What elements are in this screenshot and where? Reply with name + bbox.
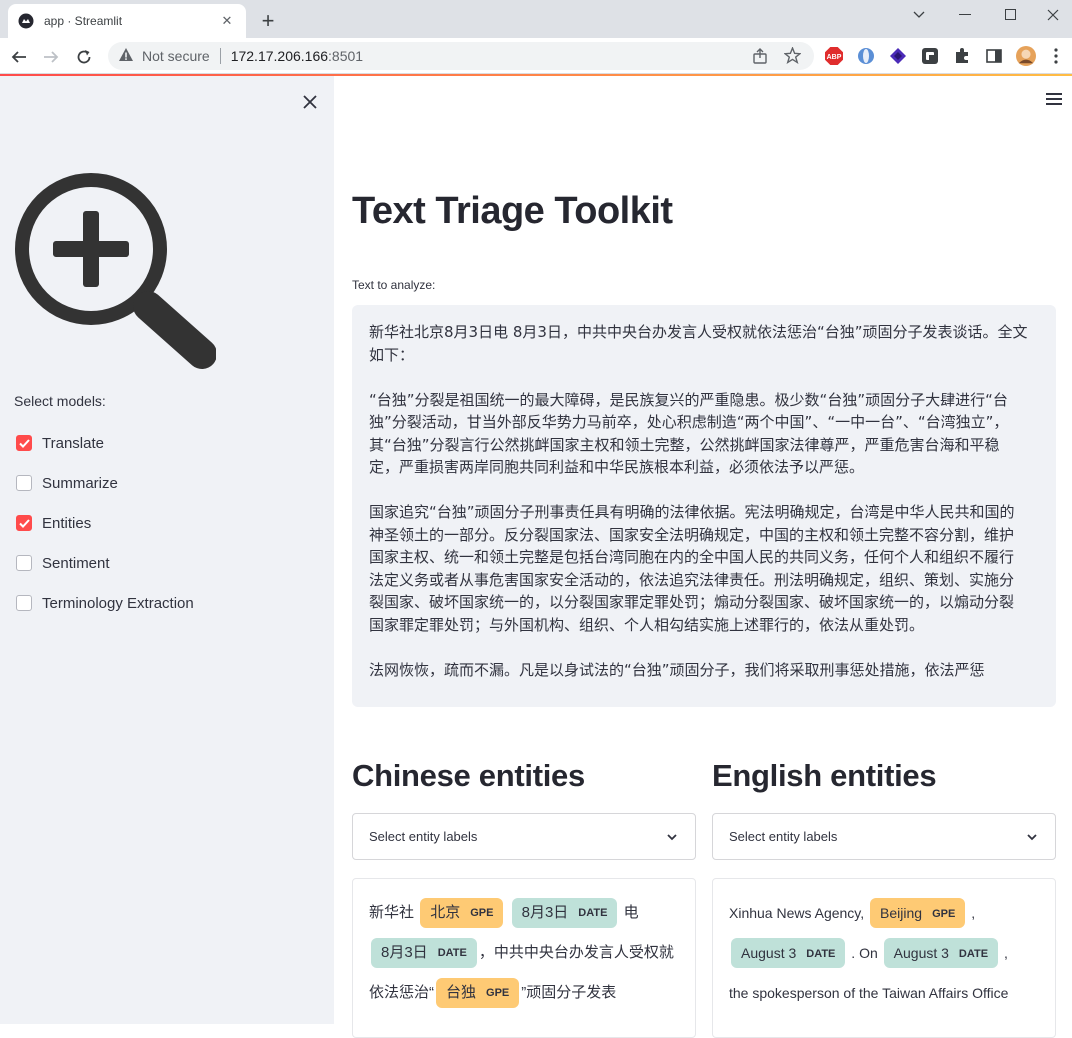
checkbox-label: Translate <box>42 434 104 452</box>
entity-label: DATE <box>578 907 608 920</box>
checkbox-checked-icon[interactable] <box>16 515 32 531</box>
entity-text: 8月3日 <box>521 904 569 921</box>
checkbox-unchecked-icon[interactable] <box>16 595 32 611</box>
maximize-icon[interactable] <box>988 0 1034 30</box>
browser-tab[interactable]: app · Streamlit ✕ <box>8 4 246 38</box>
entity-text: 8月3日 <box>381 944 428 961</box>
chevron-down-icon[interactable] <box>665 830 679 844</box>
abp-icon[interactable]: ABP <box>824 46 844 66</box>
entity-label: GPE <box>470 907 494 920</box>
omnibox[interactable]: Not secure 172.17.206.166:8501 <box>108 42 814 70</box>
reload-icon[interactable] <box>71 44 97 70</box>
tab-title: app · Streamlit <box>44 14 123 28</box>
svg-text:ABP: ABP <box>827 54 842 61</box>
select-placeholder: Select entity labels <box>729 829 838 844</box>
entity-span-date: 8月3日 DATE <box>371 938 477 968</box>
textarea-label: Text to analyze: <box>352 278 436 292</box>
select-models-heading: Select models: <box>14 393 106 409</box>
browser-tab-bar: app · Streamlit ✕ + <box>0 0 1072 38</box>
checkbox-checked-icon[interactable] <box>16 435 32 451</box>
plain-text: , <box>1003 945 1008 961</box>
minimize-icon[interactable] <box>942 0 988 30</box>
chinese-entities-output: 新华社 北京 GPE 8月3日 DATE 电 8月3日 DATE ，中共中央台办发言人受… <box>352 878 696 1038</box>
chevron-down-icon[interactable] <box>1025 830 1039 844</box>
chinese-entity-label-select[interactable]: Select entity labels <box>352 813 696 860</box>
entity-span-date: August 3 DATE <box>731 938 846 968</box>
checkbox-unchecked-icon[interactable] <box>16 555 32 571</box>
entity-text: August 3 <box>893 945 949 961</box>
entity-text: 北京 <box>430 904 461 921</box>
page-title: Text Triage Toolkit <box>352 190 673 232</box>
plain-text: . On <box>851 945 878 961</box>
checkbox-terminology-extraction[interactable]: Terminology Extraction <box>16 591 194 615</box>
warning-icon <box>118 47 134 66</box>
extension-icon[interactable] <box>888 46 908 66</box>
english-entity-label-select[interactable]: Select entity labels <box>712 813 1056 860</box>
chinese-entities-heading: Chinese entities <box>352 758 585 793</box>
checkbox-label: Entities <box>42 514 92 532</box>
new-tab-icon[interactable]: + <box>256 9 280 33</box>
forward-icon[interactable] <box>38 44 64 70</box>
text-paragraph: 国家追究“台独”顽固分子刑事责任具有明确的法律依据。宪法明确规定，台湾是中华人民… <box>369 503 1015 634</box>
entity-label: GPE <box>486 987 510 1000</box>
close-sidebar-icon[interactable] <box>298 90 322 114</box>
extension-icon[interactable] <box>856 46 876 66</box>
checkbox-entities[interactable]: Entities <box>16 511 91 535</box>
entity-span-gpe: Beijing GPE <box>870 898 966 928</box>
puzzle-icon[interactable] <box>952 46 972 66</box>
sidebar-icon[interactable] <box>984 46 1004 66</box>
entity-span-date: August 3 DATE <box>883 938 999 968</box>
checkbox-label: Summarize <box>42 474 118 492</box>
address-toolbar: Not secure 172.17.206.166:8501 ABP <box>0 38 1072 74</box>
plain-text: 新华社 <box>369 904 415 921</box>
select-placeholder: Select entity labels <box>369 829 478 844</box>
entity-text: August 3 <box>741 945 797 961</box>
omnibox-divider <box>219 48 221 64</box>
entity-text: 台独 <box>446 984 477 1001</box>
security-label[interactable]: Not secure <box>142 48 210 64</box>
plain-text: ”顽固分子发表 <box>521 984 617 1001</box>
checkbox-translate[interactable]: Translate <box>16 431 104 455</box>
checkbox-label: Terminology Extraction <box>42 594 194 612</box>
entity-span-date: 8月3日 DATE <box>511 898 618 928</box>
plain-text: , <box>971 905 976 921</box>
entity-text: Beijing <box>880 905 923 921</box>
entity-label: DATE <box>958 948 989 961</box>
resize-handle-icon[interactable] <box>1046 697 1054 707</box>
entity-label: DATE <box>437 947 467 960</box>
share-icon[interactable] <box>752 48 768 67</box>
entity-label: DATE <box>806 948 836 961</box>
zoom-in-magnifier-icon <box>14 172 217 372</box>
plain-text: 电 <box>623 904 639 921</box>
checkbox-sentiment[interactable]: Sentiment <box>16 551 110 575</box>
avatar[interactable] <box>1016 46 1036 66</box>
entity-span-gpe: 台独 GPE <box>436 978 520 1008</box>
url-host: 172.17.206.166 <box>230 48 329 64</box>
checkbox-unchecked-icon[interactable] <box>16 475 32 491</box>
back-icon[interactable] <box>6 44 32 70</box>
streamlit-favicon-icon <box>18 13 34 29</box>
window-close-icon[interactable] <box>1030 0 1072 30</box>
checkbox-label: Sentiment <box>42 554 110 572</box>
text-paragraph: 新华社北京8月3日电 8月3日，中共中央台办发言人受权就依法惩治“台独”顽固分子… <box>369 323 1028 364</box>
english-entities-heading: English entities <box>712 758 937 793</box>
entity-span-gpe: 北京 GPE <box>420 898 504 928</box>
bookmark-star-icon[interactable] <box>783 46 802 67</box>
text-paragraph: 法网恢恢，疏而不漏。凡是以身试法的“台独”顽固分子，我们将采取刑事惩处措施，依法… <box>369 660 985 679</box>
more-menu-icon[interactable] <box>1046 46 1066 66</box>
english-entities-output: Xinhua News Agency, Beijing GPE , August … <box>712 878 1056 1038</box>
url-port: :8501 <box>328 48 364 64</box>
plain-text: the spokesperson of the Taiwan Affairs O… <box>729 985 1009 1001</box>
sidebar: Select models: Translate Summarize Entit… <box>0 76 334 1024</box>
hamburger-menu-icon[interactable] <box>1046 92 1066 108</box>
plain-text: Xinhua News Agency, <box>729 905 865 921</box>
extension-icon[interactable] <box>920 46 940 66</box>
text-paragraph: “台独”分裂是祖国统一的最大障碍，是民族复兴的严重隐患。极少数“台独”顽固分子大… <box>369 390 1009 477</box>
chevron-down-icon[interactable] <box>896 0 942 30</box>
entity-label: GPE <box>932 908 956 921</box>
tab-close-icon[interactable]: ✕ <box>218 12 236 30</box>
checkbox-summarize[interactable]: Summarize <box>16 471 118 495</box>
text-to-analyze-textarea[interactable]: 新华社北京8月3日电 8月3日，中共中央台办发言人受权就依法惩治“台独”顽固分子… <box>352 305 1056 707</box>
